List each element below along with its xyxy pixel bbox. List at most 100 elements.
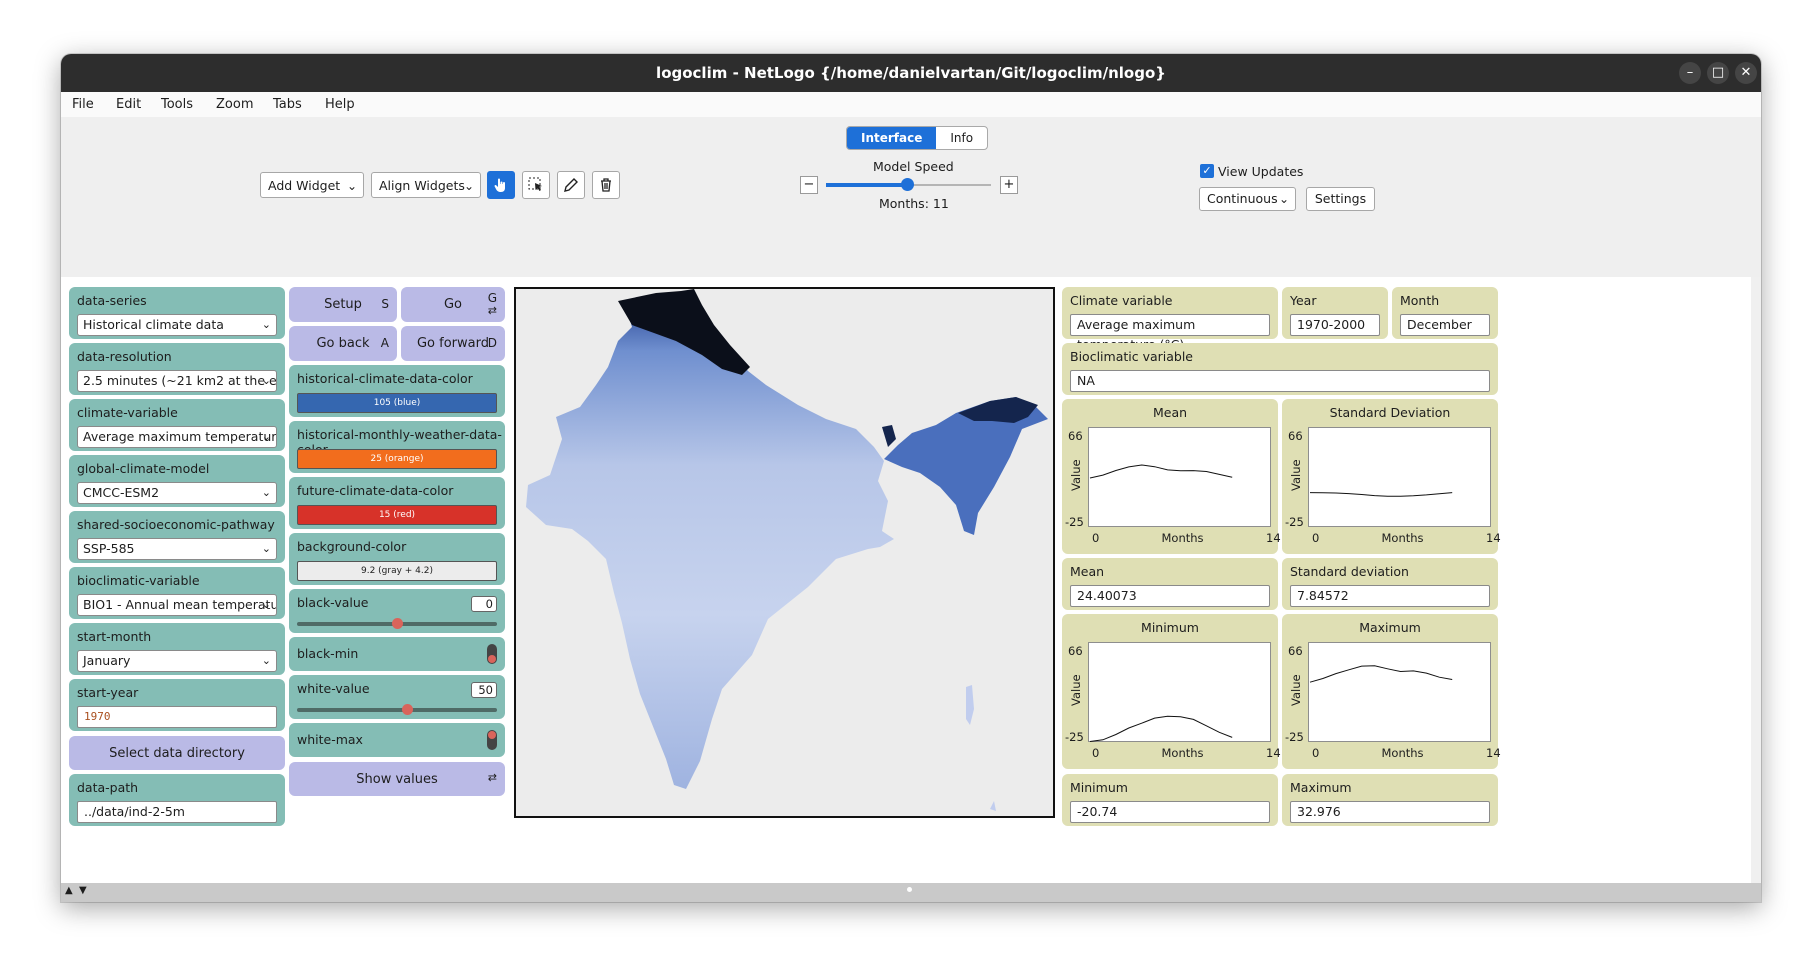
add-widget-label: Add Widget <box>268 178 341 193</box>
chooser-bioclimatic-variable[interactable]: bioclimatic-variable BIO1 - Annual mean … <box>69 567 285 619</box>
slider-value[interactable]: 50 <box>471 682 497 698</box>
plot-mean: Mean 66 -25 0 14 Months Value <box>1062 399 1281 554</box>
islands-shape <box>966 685 996 811</box>
align-widgets-dropdown[interactable]: Align Widgets ⌄ <box>371 172 481 198</box>
chooser-value[interactable]: 2.5 minutes (~21 km2 at the equator)⌄ <box>77 370 277 392</box>
command-center-splitter[interactable]: ▲ ▼ <box>61 883 1761 902</box>
slider-knob[interactable] <box>402 704 413 715</box>
maximize-button[interactable]: □ <box>1707 62 1729 84</box>
monitor-value: -20.74 <box>1070 801 1270 823</box>
world-view[interactable] <box>514 287 1055 818</box>
add-widget-dropdown[interactable]: Add Widget ⌄ <box>260 172 364 198</box>
chooser-value-text: Historical climate data <box>83 317 224 332</box>
expand-up-icon[interactable]: ▲ <box>65 885 73 896</box>
switch-toggle[interactable] <box>487 730 497 750</box>
y-min-label: -25 <box>1065 730 1084 744</box>
delete-tool-button[interactable] <box>592 171 620 199</box>
india-climate-map <box>526 289 1048 811</box>
speed-slider-knob[interactable] <box>901 178 914 191</box>
data-path-input[interactable]: ../data/ind-2-5m <box>77 801 277 823</box>
select-tool-button[interactable] <box>522 171 550 199</box>
slider-black-value[interactable]: black-value 0 <box>289 589 505 633</box>
ticks-counter: Months: 11 <box>879 196 949 211</box>
select-data-directory-button[interactable]: Select data directory <box>69 736 285 770</box>
x-min-label: 0 <box>1312 531 1320 545</box>
setup-button[interactable]: Setup S <box>289 287 397 322</box>
series-line <box>1309 492 1453 497</box>
color-swatch[interactable]: 9.2 (gray + 4.2) <box>297 561 497 581</box>
input-label: historical-climate-data-color <box>297 371 473 386</box>
input-label: future-climate-data-color <box>297 483 454 498</box>
menu-file[interactable]: File <box>72 97 94 112</box>
view-updates-checkbox[interactable]: ✓ <box>1200 164 1214 178</box>
show-values-button[interactable]: Show values ⇄ <box>289 762 505 796</box>
color-swatch[interactable]: 105 (blue) <box>297 393 497 413</box>
plot-lines <box>1089 715 1233 742</box>
close-button[interactable]: ✕ <box>1735 62 1757 84</box>
menu-zoom[interactable]: Zoom <box>216 97 253 112</box>
align-widgets-label: Align Widgets <box>379 178 465 193</box>
plot-area <box>1088 642 1271 742</box>
chooser-ssp[interactable]: shared-socioeconomic-pathway SSP-585 ⌄ <box>69 511 285 563</box>
monitor-bioclimatic-variable: Bioclimatic variable NA <box>1062 343 1498 395</box>
button-shortcut: A <box>380 336 389 350</box>
menu-tabs[interactable]: Tabs <box>273 97 302 112</box>
go-back-button[interactable]: Go back A <box>289 326 397 361</box>
plot-lines <box>1309 492 1453 497</box>
settings-button[interactable]: Settings <box>1306 187 1375 211</box>
chooser-value[interactable]: CMCC-ESM2 ⌄ <box>77 482 277 504</box>
hand-pointer-icon <box>494 178 505 192</box>
go-forward-button[interactable]: Go forward D <box>401 326 505 361</box>
menu-tools[interactable]: Tools <box>161 97 193 112</box>
minimize-button[interactable]: – <box>1679 62 1701 84</box>
tab-interface[interactable]: Interface <box>847 127 937 149</box>
chooser-value[interactable]: SSP-585 ⌄ <box>77 538 277 560</box>
color-swatch[interactable]: 15 (red) <box>297 505 497 525</box>
slider-knob[interactable] <box>392 618 403 629</box>
color-swatch[interactable]: 25 (orange) <box>297 449 497 469</box>
monitor-climate-variable: Climate variable Average maximum tempera… <box>1062 287 1278 352</box>
monitor-value: 32.976 <box>1290 801 1490 823</box>
chooser-label: data-resolution <box>77 349 172 364</box>
chooser-global-climate-model[interactable]: global-climate-model CMCC-ESM2 ⌄ <box>69 455 285 507</box>
collapse-down-icon[interactable]: ▼ <box>79 885 87 896</box>
chooser-value[interactable]: Historical climate data ⌄ <box>77 314 277 336</box>
interact-tool-button[interactable] <box>487 171 515 199</box>
start-year-input[interactable]: 1970 <box>77 706 277 728</box>
switch-toggle[interactable] <box>487 644 497 664</box>
chooser-value[interactable]: BIO1 - Annual mean temperature ⌄ <box>77 594 277 616</box>
speed-increase-button[interactable]: + <box>1000 176 1018 194</box>
menu-help[interactable]: Help <box>325 97 355 112</box>
chooser-data-resolution[interactable]: data-resolution 2.5 minutes (~21 km2 at … <box>69 343 285 395</box>
update-mode-dropdown[interactable]: Continuous ⌄ <box>1199 187 1296 211</box>
switch-black-min[interactable]: black-min <box>289 637 505 671</box>
chooser-start-month[interactable]: start-month January ⌄ <box>69 623 285 675</box>
plot-standard-deviation: Standard Deviation 66 -25 0 14 Months Value <box>1282 399 1501 554</box>
monitor-minimum: Minimum -20.74 <box>1062 774 1278 826</box>
slider-white-value[interactable]: white-value 50 <box>289 675 505 719</box>
menu-edit[interactable]: Edit <box>116 97 141 112</box>
slider-value[interactable]: 0 <box>471 596 497 612</box>
switch-white-max[interactable]: white-max <box>289 723 505 757</box>
chooser-label: bioclimatic-variable <box>77 573 200 588</box>
chooser-climate-variable[interactable]: climate-variable Average maximum tempera… <box>69 399 285 451</box>
input-label: start-year <box>77 685 139 700</box>
chooser-data-series[interactable]: data-series Historical climate data ⌄ <box>69 287 285 339</box>
chevron-down-icon: ⌄ <box>1278 192 1289 206</box>
pencil-icon <box>564 178 578 192</box>
chevron-down-icon: ⌄ <box>261 654 271 667</box>
edit-tool-button[interactable] <box>557 171 585 199</box>
view-updates-label: View Updates <box>1218 164 1304 179</box>
x-max-label: 14 <box>1266 531 1281 545</box>
monitor-label: Month <box>1400 293 1440 308</box>
monitor-month: Month December <box>1392 287 1498 339</box>
monitor-label: Mean <box>1070 564 1105 579</box>
go-button[interactable]: Go G ⇄ <box>401 287 505 322</box>
speed-decrease-button[interactable]: − <box>800 176 818 194</box>
chooser-value[interactable]: January ⌄ <box>77 650 277 672</box>
splitter-handle[interactable] <box>907 887 912 892</box>
chooser-value[interactable]: Average maximum temperature (°C)⌄ <box>77 426 277 448</box>
button-label: Show values <box>356 771 438 787</box>
tab-info[interactable]: Info <box>936 127 987 149</box>
slider-track[interactable] <box>297 708 497 712</box>
